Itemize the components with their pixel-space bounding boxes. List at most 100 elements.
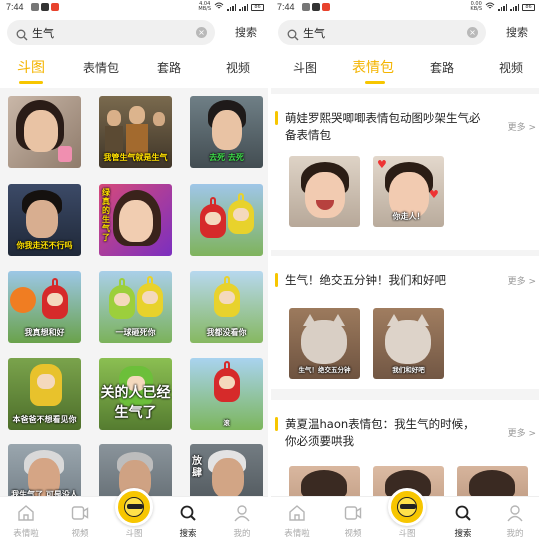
sticker-teletubbies-pair[interactable] <box>190 184 263 256</box>
tab-indicator <box>365 81 385 84</box>
tab-video[interactable]: 视频 <box>499 59 523 76</box>
sticker-man-looking-down[interactable]: 你我走还不行吗 <box>8 184 81 256</box>
pack-title: 生气！绝交五分钟！我们和好吧 <box>285 273 446 287</box>
thumb-caption: 生气！绝交五分钟 <box>298 366 351 374</box>
pack-feed: 萌娃罗熙哭唧唧表情包动图吵架生气必备表情包 更多 > ♥ ♥ 你走人！ 生气！绝… <box>271 88 539 496</box>
battery-icon: 86 <box>522 3 535 11</box>
more-link[interactable]: 更多 > <box>508 274 536 287</box>
pack-title: 黄夏温haon表情包：我生气的时候，你必须要哄我 <box>285 417 475 448</box>
search-query: 生气 <box>303 27 325 40</box>
tab-biaoqingbao[interactable]: 表情包 <box>83 59 119 76</box>
clear-icon[interactable]: × <box>467 27 478 38</box>
tab-taolu[interactable]: 套路 <box>157 59 181 76</box>
signal-icon-2 <box>510 3 519 11</box>
bottom-nav: 表情啦 视频 斗图 搜索 我的 <box>271 488 539 543</box>
app-icon <box>41 3 49 11</box>
pack-thumbnail[interactable] <box>457 466 528 496</box>
section-accent <box>275 111 278 125</box>
sticker-caption: 我管生气就是生气 <box>103 153 168 162</box>
nav-label: 表情啦 <box>13 529 39 539</box>
pack-thumbnail[interactable] <box>289 156 360 227</box>
section-accent <box>275 417 278 431</box>
tab-bar: 斗图 表情包 套路 视频 <box>271 50 539 88</box>
profile-icon <box>233 504 251 526</box>
more-link[interactable]: 更多 > <box>508 426 536 439</box>
emoji-center-icon[interactable] <box>388 488 426 526</box>
nav-label: 搜索 <box>179 529 197 539</box>
tab-doutu[interactable]: 斗图 <box>17 57 45 77</box>
nav-label: 斗图 <box>125 529 143 539</box>
thumb-caption: 我们和好吧 <box>392 366 425 374</box>
nav-profile[interactable]: 我的 <box>489 497 539 543</box>
search-button[interactable]: 搜索 <box>235 24 257 40</box>
search-input[interactable]: 生气 × <box>278 20 486 45</box>
status-right: 0.00 KB/S 86 <box>470 2 535 12</box>
sticker-tv-scene[interactable]: 我管生气就是生气 <box>99 96 172 168</box>
section-accent <box>275 273 278 287</box>
more-link[interactable]: 更多 > <box>508 120 536 133</box>
tab-video[interactable]: 视频 <box>226 59 250 76</box>
network-speed: 0.00 KB/S <box>470 1 482 12</box>
status-bar: 7:44 4.04 MB/S 86 <box>0 0 268 14</box>
emoji-center-icon[interactable] <box>115 488 153 526</box>
pack-card[interactable]: 生气！绝交五分钟！我们和好吧 更多 > 生气！绝交五分钟 我们和好吧 <box>271 256 539 389</box>
nav-doutu[interactable]: 斗图 <box>108 488 160 543</box>
nav-label: 视频 <box>344 529 362 539</box>
search-button[interactable]: 搜索 <box>506 24 528 40</box>
tab-taolu[interactable]: 套路 <box>430 59 454 76</box>
tab-doutu[interactable]: 斗图 <box>293 59 317 76</box>
sticker-teletubby-po[interactable]: 滚 <box>190 358 263 430</box>
sticker-caption: 本爸爸不想看见你 <box>12 415 77 424</box>
search-icon <box>454 504 472 526</box>
sticker-caption: 一球砸死你 <box>115 328 156 337</box>
sticker-man-shouting[interactable]: 去死 去死 <box>190 96 263 168</box>
home-icon <box>288 504 306 526</box>
sticker-caption: 关的人已经生气了 <box>100 385 171 421</box>
search-icon <box>179 504 197 526</box>
pack-thumbnail[interactable]: 生气！绝交五分钟 <box>289 308 360 379</box>
pack-thumbnail[interactable]: ♥ ♥ 你走人！ <box>373 156 444 227</box>
nav-doutu[interactable]: 斗图 <box>381 488 433 543</box>
nav-profile[interactable]: 我的 <box>216 497 268 543</box>
sticker-caption: 绿真的生气了 <box>102 188 110 242</box>
sticker-teletubby-ball[interactable]: 我真想和好 <box>8 271 81 343</box>
nav-label: 视频 <box>71 529 89 539</box>
battery-icon: 86 <box>251 3 264 11</box>
search-bar: 生气 × 搜索 <box>0 14 268 50</box>
pack-thumbnail[interactable] <box>289 466 360 496</box>
notification-icons <box>31 3 59 11</box>
bottom-nav: 表情啦 视频 斗图 搜索 我的 <box>0 488 268 543</box>
pack-title: 萌娃罗熙哭唧唧表情包动图吵架生气必备表情包 <box>285 111 481 142</box>
sticker-teletubby-close[interactable]: 本爸爸不想看见你 <box>8 358 81 430</box>
clear-icon[interactable]: × <box>196 27 207 38</box>
sticker-teletubbies-duo[interactable]: 一球砸死你 <box>99 271 172 343</box>
pack-card[interactable]: 黄夏温haon表情包：我生气的时候，你必须要哄我 更多 > <box>271 400 539 496</box>
tab-biaoqingbao[interactable]: 表情包 <box>352 57 394 77</box>
sticker-teletubby-green[interactable]: 关的人已经生气了 <box>99 358 172 430</box>
status-bar: 7:44 0.00 KB/S 86 <box>271 0 539 14</box>
nav-home[interactable]: 表情啦 <box>0 497 52 543</box>
sticker-woman-smiling[interactable]: 绿真的生气了 <box>99 184 172 256</box>
pack-thumbnail[interactable]: 我们和好吧 <box>373 308 444 379</box>
status-time: 7:44 <box>277 2 295 12</box>
pack-card[interactable]: 萌娃罗熙哭唧唧表情包动图吵架生气必备表情包 更多 > ♥ ♥ 你走人！ <box>271 94 539 250</box>
app-icon <box>322 3 330 11</box>
nav-label: 我的 <box>233 529 251 539</box>
signal-icon-2 <box>239 3 248 11</box>
nav-search[interactable]: 搜索 <box>437 497 489 543</box>
nav-label: 我的 <box>506 529 524 539</box>
sticker-caption: 去死 去死 <box>209 153 244 162</box>
nav-search[interactable]: 搜索 <box>162 497 214 543</box>
app-icon <box>312 3 320 11</box>
video-icon <box>344 504 362 526</box>
nav-video[interactable]: 视频 <box>327 497 379 543</box>
nav-video[interactable]: 视频 <box>54 497 106 543</box>
nav-label: 斗图 <box>398 529 416 539</box>
search-icon <box>16 26 28 45</box>
video-icon <box>71 504 89 526</box>
sticker-teletubby-laa-laa[interactable]: 我都没看你 <box>190 271 263 343</box>
sticker-caption: 放肆 <box>192 456 202 479</box>
nav-home[interactable]: 表情啦 <box>271 497 323 543</box>
search-input[interactable]: 生气 × <box>7 20 215 45</box>
sticker-woman-portrait[interactable] <box>8 96 81 168</box>
